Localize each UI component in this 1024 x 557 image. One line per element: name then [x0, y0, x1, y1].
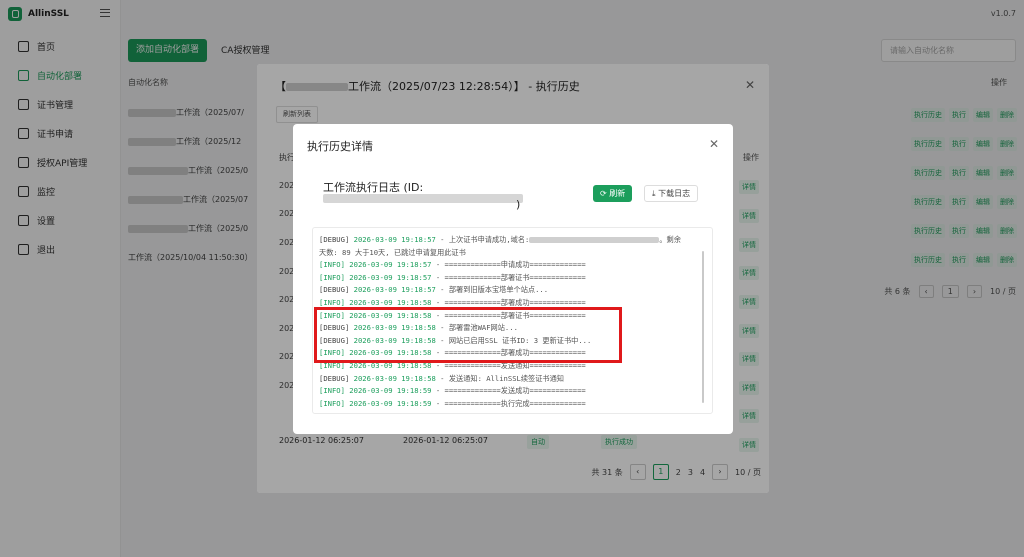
close-icon[interactable]: ✕: [709, 137, 719, 151]
refresh-button[interactable]: ⟳ 刷新: [593, 185, 633, 202]
download-label: 下载日志: [658, 189, 691, 198]
log-line: [INFO] 2026-03-09 19:18:57 - ===========…: [319, 272, 706, 285]
log-level: [DEBUG]: [319, 285, 350, 295]
log-level: [INFO]: [319, 386, 345, 396]
log-message-suffix: 。剩余: [659, 235, 681, 244]
highlight-annotation-box: [314, 307, 622, 363]
log-message: - 上次证书申请成功,域名:: [435, 235, 530, 244]
detail-modal-title: 执行历史详情: [307, 140, 373, 153]
log-level: [INFO]: [319, 398, 345, 408]
log-line: [INFO] 2026-03-09 19:18:59 - ===========…: [319, 385, 706, 398]
redacted-text: [323, 194, 523, 203]
log-timestamp: 2026-03-09 19:18:58: [349, 297, 432, 307]
log-title: 工作流执行日志 (ID:: [323, 181, 424, 194]
log-timestamp: 2026-03-09 19:18:57: [349, 260, 432, 270]
log-timestamp: 2026-03-09 19:18:58: [353, 373, 436, 383]
log-timestamp: 2026-03-09 19:18:57: [353, 235, 436, 244]
log-level: [DEBUG]: [319, 235, 350, 244]
log-message: - =============申请成功=============: [431, 260, 586, 270]
log-level: [DEBUG]: [319, 373, 350, 383]
log-level: [INFO]: [319, 297, 345, 307]
log-line: [INFO] 2026-03-09 19:18:59 - ===========…: [319, 398, 706, 411]
refresh-icon: ⟳: [600, 189, 610, 198]
log-line: 天数: 89 大于10天, 已跳过申请复用此证书: [319, 247, 466, 257]
log-line: [INFO] 2026-03-09 19:18:57 - ===========…: [319, 259, 706, 272]
log-scrollbar[interactable]: [702, 251, 704, 403]
log-level: [INFO]: [319, 260, 345, 270]
log-message: - 部署到旧版本宝塔单个站点...: [435, 285, 549, 295]
log-message: - =============执行完成=============: [431, 398, 586, 408]
log-level: [INFO]: [319, 272, 345, 282]
detail-modal: 执行历史详情 ✕ 工作流执行日志 (ID: ) ⟳ 刷新 ⤓ 下载日志 [DEB…: [293, 124, 733, 434]
log-timestamp: 2026-03-09 19:18:57: [349, 272, 432, 282]
log-line: [DEBUG] 2026-03-09 19:18:57 - 部署到旧版本宝塔单个…: [319, 284, 706, 297]
log-line: [DEBUG] 2026-03-09 19:18:58 - 发送通知: Alli…: [319, 373, 706, 386]
log-line: [DEBUG] 2026-03-09 19:18:57 - 上次证书申请成功,域…: [319, 234, 706, 247]
redacted-text: [529, 237, 660, 243]
log-message: - =============发送成功=============: [431, 386, 586, 396]
log-timestamp: 2026-03-09 19:18:59: [349, 386, 432, 396]
refresh-label: 刷新: [609, 189, 626, 198]
log-title-end: ): [516, 198, 521, 211]
download-log-button[interactable]: ⤓ 下载日志: [644, 185, 699, 202]
log-timestamp: 2026-03-09 19:18:57: [353, 285, 436, 295]
log-timestamp: 2026-03-09 19:18:59: [349, 398, 432, 408]
log-message: - 发送通知: AllinSSL续签证书通知: [435, 373, 564, 383]
log-message: - =============部署证书=============: [431, 272, 586, 282]
log-message: - =============部署成功=============: [431, 297, 586, 307]
